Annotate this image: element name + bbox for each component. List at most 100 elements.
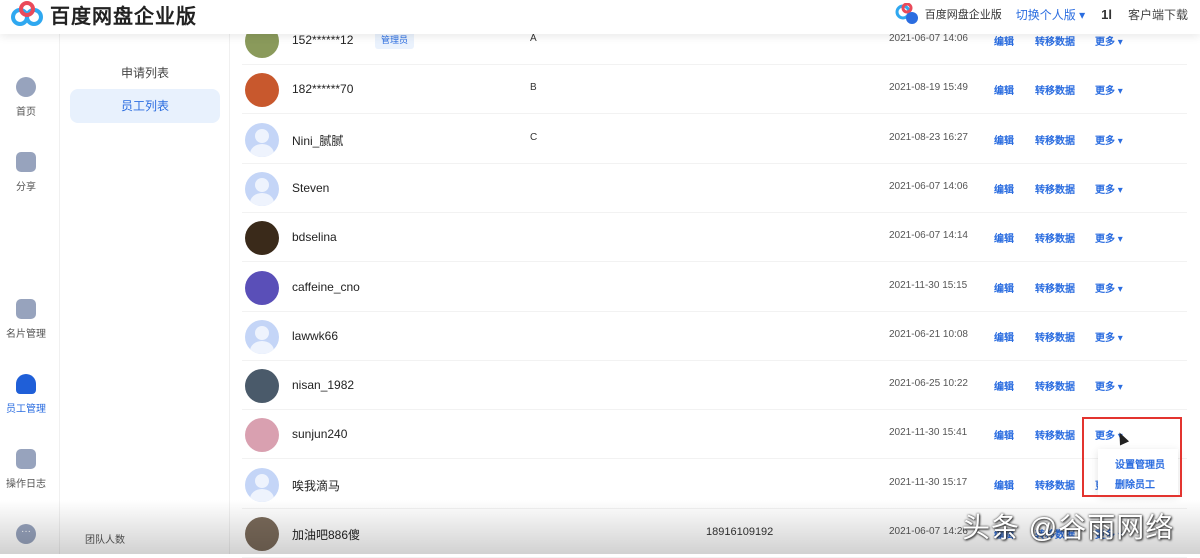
nav-label: 首页 xyxy=(16,107,36,118)
transfer-data-button[interactable]: 转移数据 xyxy=(1035,82,1075,97)
avatar xyxy=(245,122,279,157)
more-button[interactable]: 更多 ▾ xyxy=(1095,378,1123,393)
transfer-data-button[interactable]: 转移数据 xyxy=(1035,230,1075,245)
join-date: 2021-11-30 15:15 xyxy=(889,279,968,291)
transfer-data-button[interactable]: 转移数据 xyxy=(1035,181,1075,196)
table-row: bdselina 2021-06-07 14:14 编辑 转移数据 更多 ▾ xyxy=(242,213,1187,263)
more-label: 更多 xyxy=(1095,283,1115,295)
caret-down-icon: ▾ xyxy=(1117,332,1123,344)
switch-personal-button[interactable]: 切换个人版 ▾ xyxy=(1016,6,1085,23)
caret-down-icon: ▾ xyxy=(1117,135,1123,147)
caret-down-icon: ▾ xyxy=(1117,184,1123,196)
table-row: caffeine_cno 2021-11-30 15:15 编辑 转移数据 更多 … xyxy=(242,263,1187,312)
join-date: 2021-06-21 10:08 xyxy=(889,328,968,340)
nav-label: 分享 xyxy=(16,182,36,193)
transfer-data-button[interactable]: 转移数据 xyxy=(1035,477,1075,492)
transfer-list-icon[interactable]: 1l xyxy=(1101,7,1112,22)
employee-name: 152******12 xyxy=(292,33,354,47)
subnav-employee-list[interactable]: 员工列表 xyxy=(70,89,220,123)
join-date: 2021-06-07 14:06 xyxy=(889,33,968,44)
more-button[interactable]: 更多 ▾ xyxy=(1095,181,1123,196)
nav-employee-management[interactable]: 员工管理 xyxy=(0,374,52,415)
nav-label: 操作日志 xyxy=(6,479,46,490)
edit-button[interactable]: 编辑 xyxy=(994,329,1014,344)
more-label: 更多 xyxy=(1095,135,1115,147)
caret-down-icon: ▾ xyxy=(1079,7,1086,22)
transfer-data-button[interactable]: 转移数据 xyxy=(1035,33,1075,48)
watermark: 头条 @谷雨网络 xyxy=(962,512,1175,543)
employee-name: caffeine_cno xyxy=(292,279,360,294)
baidu-netdisk-logo-icon xyxy=(11,1,43,26)
more-button[interactable]: 更多 ▾ xyxy=(1095,82,1123,97)
employee-name: Nini_腻腻 xyxy=(292,133,344,148)
subnav-application-list[interactable]: 申请列表 xyxy=(70,56,220,90)
avatar xyxy=(245,467,279,502)
nav-card-management[interactable]: 名片管理 xyxy=(0,299,52,340)
join-date: 2021-06-07 14:26 xyxy=(889,526,968,537)
enterprise-name: 百度网盘企业版 xyxy=(924,9,1002,21)
employee-group: B xyxy=(530,82,537,94)
transfer-data-button[interactable]: 转移数据 xyxy=(1035,280,1075,295)
transfer-data-button[interactable]: 转移数据 xyxy=(1035,329,1075,344)
nav-home[interactable]: 首页 xyxy=(0,77,52,118)
table-row: sunjun240 2021-11-30 15:41 编辑 转移数据 更多 ▾ xyxy=(242,410,1187,460)
table-row: Nini_腻腻 C 2021-08-23 16:27 编辑 转移数据 更多 ▾ xyxy=(242,115,1187,164)
edit-button[interactable]: 编辑 xyxy=(994,82,1014,97)
avatar xyxy=(245,171,279,206)
caret-down-icon: ▾ xyxy=(1117,86,1123,98)
enterprise-avatar-icon xyxy=(895,3,918,24)
employee-phone: 18916109192 xyxy=(706,526,774,538)
team-size-label: 团队人数 xyxy=(85,535,125,546)
app-title: 百度网盘企业版 xyxy=(50,5,197,28)
logo[interactable]: 百度网盘企业版 xyxy=(10,0,197,28)
edit-button[interactable]: 编辑 xyxy=(994,280,1014,295)
join-date: 2021-08-19 15:49 xyxy=(889,82,968,94)
join-date: 2021-11-30 15:41 xyxy=(889,427,968,439)
avatar xyxy=(245,319,279,354)
join-date: 2021-06-07 14:14 xyxy=(889,230,968,242)
edit-button[interactable]: 编辑 xyxy=(994,33,1014,48)
more-button[interactable]: 更多 ▾ xyxy=(1095,132,1123,147)
join-date: 2021-06-07 14:06 xyxy=(889,180,968,192)
more-label: 更多 xyxy=(1095,184,1115,196)
table-row: 182******70 B 2021-08-19 15:49 编辑 转移数据 更多 … xyxy=(242,65,1187,115)
top-bar: 百度网盘企业版 百度网盘企业版 切换个人版 ▾ 1l 客户端下载 xyxy=(0,0,1200,34)
table-row: 唉我滴马2021-11-30 15:17 编辑 转移数据 更多 ▾ xyxy=(242,460,1187,509)
transfer-data-button[interactable]: 转移数据 xyxy=(1035,427,1075,442)
join-date: 2021-06-25 10:22 xyxy=(889,378,968,390)
nav-label: 员工管理 xyxy=(6,404,46,415)
caret-down-icon: ▾ xyxy=(1117,382,1123,394)
edit-button[interactable]: 编辑 xyxy=(994,427,1014,442)
employee-name: lawwk66 xyxy=(292,328,339,343)
nav-operation-log[interactable]: 操作日志 xyxy=(0,449,52,490)
cloud-icon xyxy=(16,77,36,97)
edit-button[interactable]: 编辑 xyxy=(994,378,1014,393)
table-row: nisan_1982 2021-06-25 10:22 编辑 转移数据 更多 ▾ xyxy=(242,361,1187,411)
edit-button[interactable]: 编辑 xyxy=(994,230,1014,245)
nav-share[interactable]: 分享 xyxy=(0,152,52,193)
more-button[interactable]: 更多 ▾ xyxy=(1095,230,1123,245)
transfer-data-button[interactable]: 转移数据 xyxy=(1035,378,1075,393)
employee-name: bdselina xyxy=(292,230,337,245)
doc-icon xyxy=(16,449,36,469)
avatar xyxy=(245,369,279,404)
table-row: lawwk66 2021-06-21 10:08 编辑 转移数据 更多 ▾ xyxy=(242,312,1187,361)
nav-more[interactable]: ··· xyxy=(0,524,52,550)
more-button[interactable]: 更多 ▾ xyxy=(1095,280,1123,295)
more-dots-icon: ··· xyxy=(16,524,36,544)
share-icon xyxy=(16,152,36,172)
employee-group: C xyxy=(530,131,538,143)
nav-label: 名片管理 xyxy=(6,329,46,340)
more-label: 更多 xyxy=(1095,382,1115,394)
edit-button[interactable]: 编辑 xyxy=(994,132,1014,147)
employee-name: 加油吧886傻 xyxy=(292,528,361,542)
client-download-link[interactable]: 客户端下载 xyxy=(1128,6,1188,23)
people-icon xyxy=(16,374,36,394)
transfer-data-button[interactable]: 转移数据 xyxy=(1035,132,1075,147)
more-button[interactable]: 更多 ▾ xyxy=(1095,33,1123,48)
switch-label: 切换个人版 xyxy=(1015,7,1076,22)
employee-name: 182******70 xyxy=(292,82,354,97)
edit-button[interactable]: 编辑 xyxy=(994,477,1014,492)
edit-button[interactable]: 编辑 xyxy=(994,181,1014,196)
more-button[interactable]: 更多 ▾ xyxy=(1095,329,1123,344)
